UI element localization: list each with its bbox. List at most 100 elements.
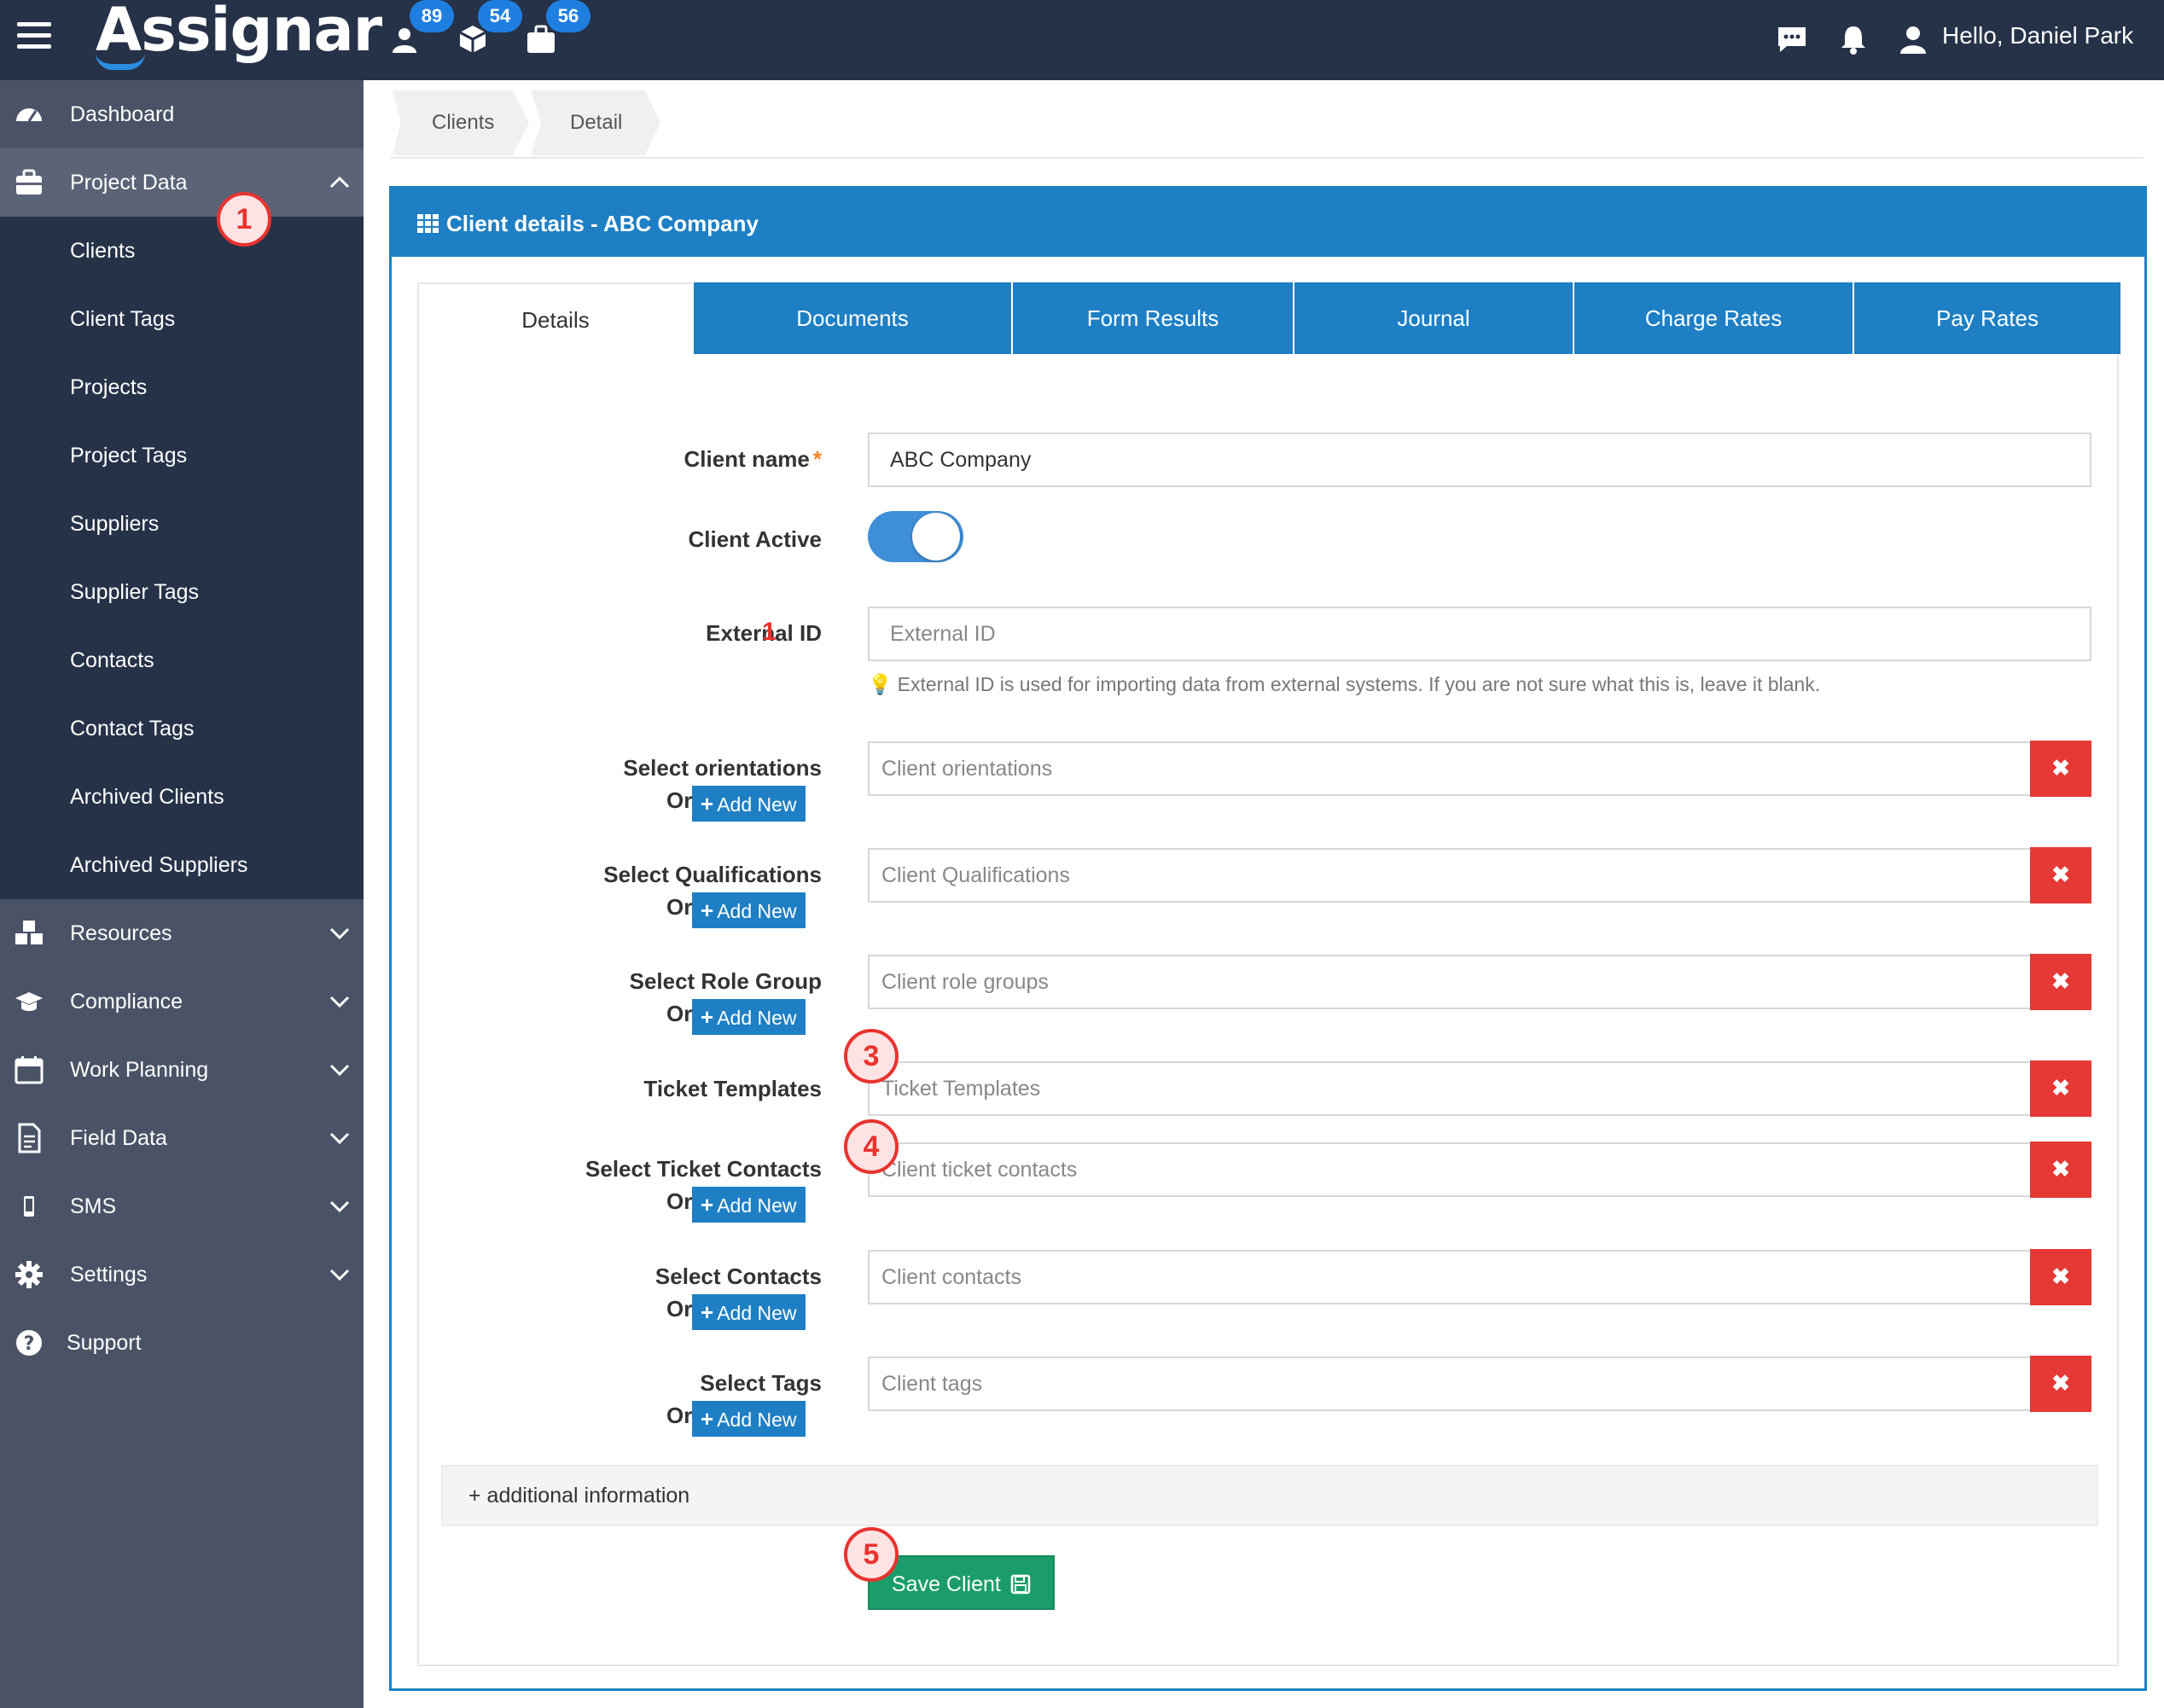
qualifications-select[interactable]: Client Qualifications: [868, 848, 2032, 903]
menu-icon[interactable]: [17, 22, 51, 49]
sidebar-subitem-clients[interactable]: Clients: [0, 217, 364, 285]
sidebar-subitem-suppliers[interactable]: Suppliers: [0, 490, 364, 558]
sidebar-item-label: Project Data: [70, 171, 188, 195]
svg-text:?: ?: [24, 1333, 35, 1355]
tab-pay-rates[interactable]: Pay Rates: [1854, 282, 2120, 354]
sidebar-item-support[interactable]: ? Support: [0, 1309, 364, 1377]
ticket-templates-select[interactable]: Ticket Templates: [868, 1061, 2032, 1116]
external-id-help: 💡 External ID is used for importing data …: [868, 673, 1820, 696]
sidebar-subitem-archived-clients[interactable]: Archived Clients: [0, 763, 364, 831]
sidebar-item-project-data[interactable]: Project Data: [0, 148, 364, 217]
sidebar-item-label: SMS: [70, 1194, 117, 1218]
sidebar-subitem-contacts[interactable]: Contacts: [0, 626, 364, 694]
breadcrumb-label: Clients: [432, 111, 495, 134]
client-name-input[interactable]: ABC Company: [868, 433, 2091, 487]
clear-tags-button[interactable]: ✖: [2030, 1356, 2091, 1412]
client-active-toggle[interactable]: [868, 511, 963, 562]
orientations-select[interactable]: Client orientations: [868, 741, 2032, 796]
clear-orientations-button[interactable]: ✖: [2030, 741, 2091, 797]
sidebar-subitem-label: Client Tags: [70, 307, 176, 331]
sidebar-item-label: Field Data: [70, 1126, 167, 1150]
plus-icon: +: [701, 791, 714, 816]
chevron-down-icon: [329, 1200, 350, 1213]
add-role-group-button[interactable]: + Add New: [692, 999, 806, 1035]
client-name-label: Client name *: [684, 446, 823, 473]
details-content: Details Documents Form Results Journal C…: [417, 282, 2120, 1666]
sidebar-subitem-contact-tags[interactable]: Contact Tags: [0, 694, 364, 763]
logo-swoosh: [96, 53, 145, 70]
chevron-down-icon: [329, 1269, 350, 1281]
external-id-input[interactable]: External ID: [868, 607, 2091, 661]
assets-button[interactable]: 54: [456, 0, 522, 56]
plus-icon: +: [701, 1406, 714, 1432]
sidebar-item-field-data[interactable]: Field Data: [0, 1104, 364, 1172]
sidebar-item-label: Compliance: [70, 990, 183, 1014]
sidebar-item-work-planning[interactable]: Work Planning: [0, 1036, 364, 1104]
external-id-help-text: External ID is used for importing data f…: [897, 673, 1821, 695]
tab-charge-rates[interactable]: Charge Rates: [1574, 282, 1854, 354]
sidebar-item-compliance[interactable]: Compliance: [0, 967, 364, 1036]
tab-form-results[interactable]: Form Results: [1013, 282, 1294, 354]
sidebar-subitem-supplier-tags[interactable]: Supplier Tags: [0, 558, 364, 626]
client-active-label: Client Active: [688, 526, 822, 552]
save-client-label: Save Client: [892, 1572, 1001, 1596]
sidebar-subitem-label: Clients: [70, 239, 136, 263]
floppy-disk-icon: [1010, 1574, 1031, 1595]
sidebar-subitem-label: Projects: [70, 375, 148, 399]
jobs-button[interactable]: 56: [524, 0, 590, 56]
plus-icon: +: [701, 1192, 714, 1217]
document-icon: [18, 1123, 41, 1153]
or-text: Or: [666, 1296, 693, 1322]
dashboard-icon: [16, 108, 42, 122]
sidebar-subitem-label: Contact Tags: [70, 717, 195, 741]
sidebar-subitem-projects[interactable]: Projects: [0, 353, 364, 421]
breadcrumb-clients[interactable]: Clients: [393, 90, 529, 155]
tab-documents[interactable]: Documents: [694, 282, 1013, 354]
sidebar: Dashboard Project Data Clients Client Ta…: [0, 80, 364, 1708]
user-icon: [1900, 26, 1926, 54]
sidebar-item-dashboard[interactable]: Dashboard: [0, 80, 364, 148]
ticket-contacts-select[interactable]: Client ticket contacts: [868, 1142, 2032, 1197]
add-orientation-button[interactable]: + Add New: [692, 786, 806, 822]
sidebar-item-sms[interactable]: SMS: [0, 1172, 364, 1240]
bell-icon: [1841, 26, 1865, 55]
clear-ticket-templates-button[interactable]: ✖: [2030, 1060, 2091, 1117]
project-data-submenu: Clients Client Tags Projects Project Tag…: [0, 217, 364, 899]
add-qualification-button[interactable]: + Add New: [692, 892, 806, 928]
sidebar-subitem-project-tags[interactable]: Project Tags: [0, 421, 364, 490]
sidebar-subitem-client-tags[interactable]: Client Tags: [0, 285, 364, 353]
sidebar-item-resources[interactable]: Resources: [0, 899, 364, 967]
notifications-button[interactable]: [1836, 22, 1870, 56]
tab-details[interactable]: Details: [417, 282, 694, 354]
user-greeting[interactable]: Hello, Daniel Park: [1942, 22, 2133, 49]
additional-information-toggle[interactable]: + additional information: [441, 1465, 2098, 1526]
add-new-label: Add New: [717, 1194, 797, 1217]
contacts-select[interactable]: Client contacts: [868, 1250, 2032, 1304]
add-ticket-contact-button[interactable]: + Add New: [692, 1187, 806, 1223]
add-tag-button[interactable]: + Add New: [692, 1401, 806, 1437]
gear-icon: [15, 1261, 43, 1288]
grid-icon: [417, 214, 439, 233]
add-new-label: Add New: [717, 1409, 797, 1431]
step-marker-5: 5: [844, 1527, 899, 1582]
chat-button[interactable]: [1775, 22, 1809, 56]
sidebar-subitem-archived-suppliers[interactable]: Archived Suppliers: [0, 831, 364, 899]
clear-qualifications-button[interactable]: ✖: [2030, 847, 2091, 903]
clear-role-group-button[interactable]: ✖: [2030, 954, 2091, 1010]
calendar-icon: [15, 1056, 44, 1084]
user-button[interactable]: [1896, 22, 1930, 56]
people-button[interactable]: 89: [387, 0, 454, 56]
plus-icon: +: [701, 898, 714, 923]
add-contact-button[interactable]: + Add New: [692, 1294, 806, 1330]
tags-select[interactable]: Client tags: [868, 1357, 2032, 1411]
sidebar-item-settings[interactable]: Settings: [0, 1240, 364, 1309]
add-new-label: Add New: [717, 900, 797, 922]
tab-journal[interactable]: Journal: [1294, 282, 1574, 354]
clear-ticket-contacts-button[interactable]: ✖: [2030, 1142, 2091, 1198]
role-group-select[interactable]: Client role groups: [868, 955, 2032, 1009]
qualifications-label: Select Qualifications: [603, 862, 822, 887]
clear-contacts-button[interactable]: ✖: [2030, 1249, 2091, 1305]
sidebar-subitem-label: Contacts: [70, 648, 154, 672]
sidebar-item-label: Work Planning: [70, 1058, 209, 1082]
step-marker-3: 3: [844, 1029, 899, 1083]
